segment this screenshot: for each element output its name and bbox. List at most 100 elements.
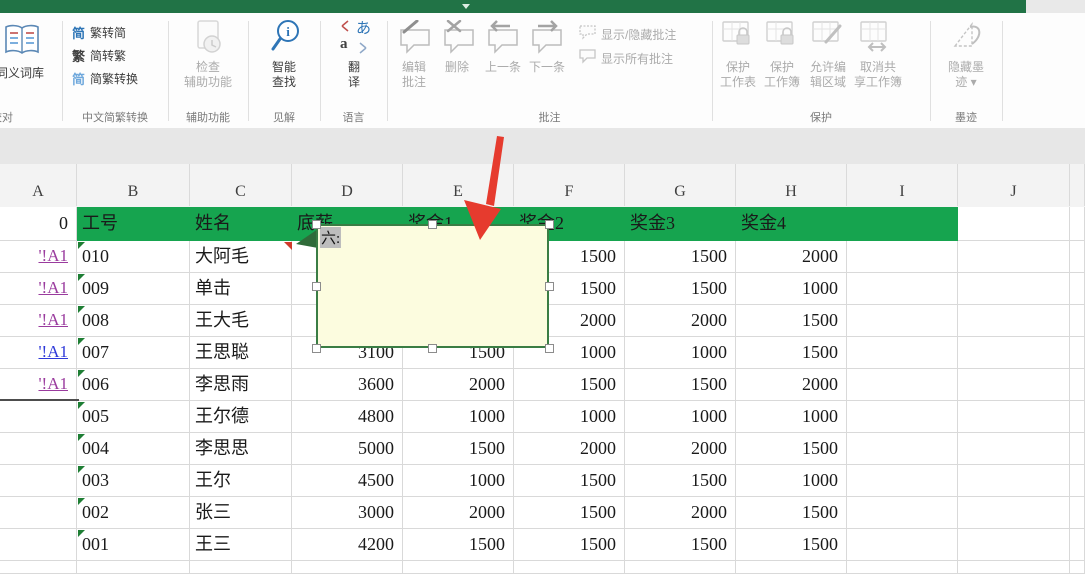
- cell-G4[interactable]: 2000: [625, 305, 736, 337]
- column-header-F[interactable]: F: [514, 164, 625, 206]
- column-header-B[interactable]: B: [77, 164, 190, 206]
- edit-comment-button[interactable]: [396, 20, 434, 59]
- chinese-conversion-button[interactable]: 简繁转换: [90, 70, 138, 87]
- cell-F8[interactable]: 2000: [514, 433, 625, 465]
- column-header-partial[interactable]: [1070, 164, 1085, 206]
- cell-G6[interactable]: 1500: [625, 369, 736, 401]
- comment-resize-handle[interactable]: [428, 220, 437, 229]
- cell-I12[interactable]: [847, 561, 958, 574]
- cell-I9[interactable]: [847, 465, 958, 497]
- comment-resize-handle[interactable]: [428, 344, 437, 353]
- cell-A6[interactable]: '!A1: [0, 369, 77, 401]
- cell-E8[interactable]: 1500: [403, 433, 514, 465]
- cell-G12[interactable]: [625, 561, 736, 574]
- cell-C5[interactable]: 王思聪: [190, 337, 292, 369]
- cell-C4[interactable]: 王大毛: [190, 305, 292, 337]
- cell-D7[interactable]: 4800: [292, 401, 403, 433]
- cell-A3[interactable]: '!A1: [0, 273, 77, 305]
- cell-I5[interactable]: [847, 337, 958, 369]
- translate-button[interactable]: あ a: [336, 18, 372, 61]
- cell-B5[interactable]: 007: [77, 337, 190, 369]
- cell-E11[interactable]: 1500: [403, 529, 514, 561]
- column-header-J[interactable]: J: [958, 164, 1070, 206]
- cell-C10[interactable]: 张三: [190, 497, 292, 529]
- column-header-H[interactable]: H: [736, 164, 847, 206]
- column-header-C[interactable]: C: [190, 164, 292, 206]
- cell-J8[interactable]: [958, 433, 1070, 465]
- cell-G8[interactable]: 2000: [625, 433, 736, 465]
- cell-E9[interactable]: 1000: [403, 465, 514, 497]
- cell-B12[interactable]: [77, 561, 190, 574]
- hide-ink-button[interactable]: [950, 18, 984, 59]
- comment-resize-handle[interactable]: [545, 344, 554, 353]
- protect-workbook-button[interactable]: [766, 20, 798, 59]
- cell-D10[interactable]: 3000: [292, 497, 403, 529]
- cell-C6[interactable]: 李思雨: [190, 369, 292, 401]
- cell-D6[interactable]: 3600: [292, 369, 403, 401]
- delete-comment-button[interactable]: [440, 20, 478, 59]
- cell-K11[interactable]: [1070, 529, 1085, 561]
- unshare-workbook-button[interactable]: [860, 20, 894, 59]
- cell-G11[interactable]: 1500: [625, 529, 736, 561]
- column-header-E[interactable]: E: [403, 164, 514, 206]
- cell-B4[interactable]: 008: [77, 305, 190, 337]
- cell-J2[interactable]: [958, 241, 1070, 273]
- cell-F9[interactable]: 1500: [514, 465, 625, 497]
- cell-B3[interactable]: 009: [77, 273, 190, 305]
- cell-B1[interactable]: 工号: [77, 207, 190, 241]
- comment-resize-handle[interactable]: [312, 220, 321, 229]
- cell-C8[interactable]: 李思思: [190, 433, 292, 465]
- cell-K8[interactable]: [1070, 433, 1085, 465]
- cell-I11[interactable]: [847, 529, 958, 561]
- cell-A12[interactable]: [0, 561, 77, 574]
- cell-A5[interactable]: '!A1: [0, 337, 77, 369]
- cell-F6[interactable]: 1500: [514, 369, 625, 401]
- cell-H11[interactable]: 1500: [736, 529, 847, 561]
- comment-resize-handle[interactable]: [312, 282, 321, 291]
- protect-sheet-button[interactable]: [722, 20, 754, 59]
- cell-I4[interactable]: [847, 305, 958, 337]
- show-hide-comment-button[interactable]: 显示/隐藏批注: [601, 26, 676, 43]
- cell-J7[interactable]: [958, 401, 1070, 433]
- cell-C2[interactable]: 大阿毛: [190, 241, 292, 273]
- cell-I10[interactable]: [847, 497, 958, 529]
- cell-H5[interactable]: 1500: [736, 337, 847, 369]
- cell-J12[interactable]: [958, 561, 1070, 574]
- cell-F10[interactable]: 1500: [514, 497, 625, 529]
- cell-A9[interactable]: [0, 465, 77, 497]
- simp-to-trad-button[interactable]: 简转繁: [90, 47, 126, 64]
- cell-J1[interactable]: [958, 207, 1070, 241]
- cell-H1[interactable]: 奖金4: [736, 207, 847, 241]
- hide-ink-dropdown-caret-icon[interactable]: ▾: [971, 75, 977, 89]
- cell-B6[interactable]: 006: [77, 369, 190, 401]
- smart-lookup-button[interactable]: i: [268, 18, 302, 61]
- cell-H8[interactable]: 1500: [736, 433, 847, 465]
- cell-G7[interactable]: 1000: [625, 401, 736, 433]
- cell-K7[interactable]: [1070, 401, 1085, 433]
- cell-D9[interactable]: 4500: [292, 465, 403, 497]
- cell-H12[interactable]: [736, 561, 847, 574]
- cell-G10[interactable]: 2000: [625, 497, 736, 529]
- column-header-D[interactable]: D: [292, 164, 403, 206]
- cell-C3[interactable]: 单击: [190, 273, 292, 305]
- cell-H7[interactable]: 1000: [736, 401, 847, 433]
- thesaurus-button[interactable]: [2, 22, 42, 65]
- cell-J9[interactable]: [958, 465, 1070, 497]
- cell-B7[interactable]: 005: [77, 401, 190, 433]
- check-accessibility-button[interactable]: [193, 20, 223, 61]
- cell-B9[interactable]: 003: [77, 465, 190, 497]
- cell-D8[interactable]: 5000: [292, 433, 403, 465]
- cell-F12[interactable]: [514, 561, 625, 574]
- column-header-A[interactable]: A: [0, 164, 77, 206]
- cell-H3[interactable]: 1000: [736, 273, 847, 305]
- cell-J5[interactable]: [958, 337, 1070, 369]
- cell-J6[interactable]: [958, 369, 1070, 401]
- trad-to-simp-button[interactable]: 繁转简: [90, 24, 126, 41]
- cell-I6[interactable]: [847, 369, 958, 401]
- comment-box[interactable]: 六:: [316, 224, 549, 348]
- cell-E7[interactable]: 1000: [403, 401, 514, 433]
- cell-B10[interactable]: 002: [77, 497, 190, 529]
- comment-text[interactable]: 六:: [320, 227, 341, 248]
- cell-H2[interactable]: 2000: [736, 241, 847, 273]
- cell-J4[interactable]: [958, 305, 1070, 337]
